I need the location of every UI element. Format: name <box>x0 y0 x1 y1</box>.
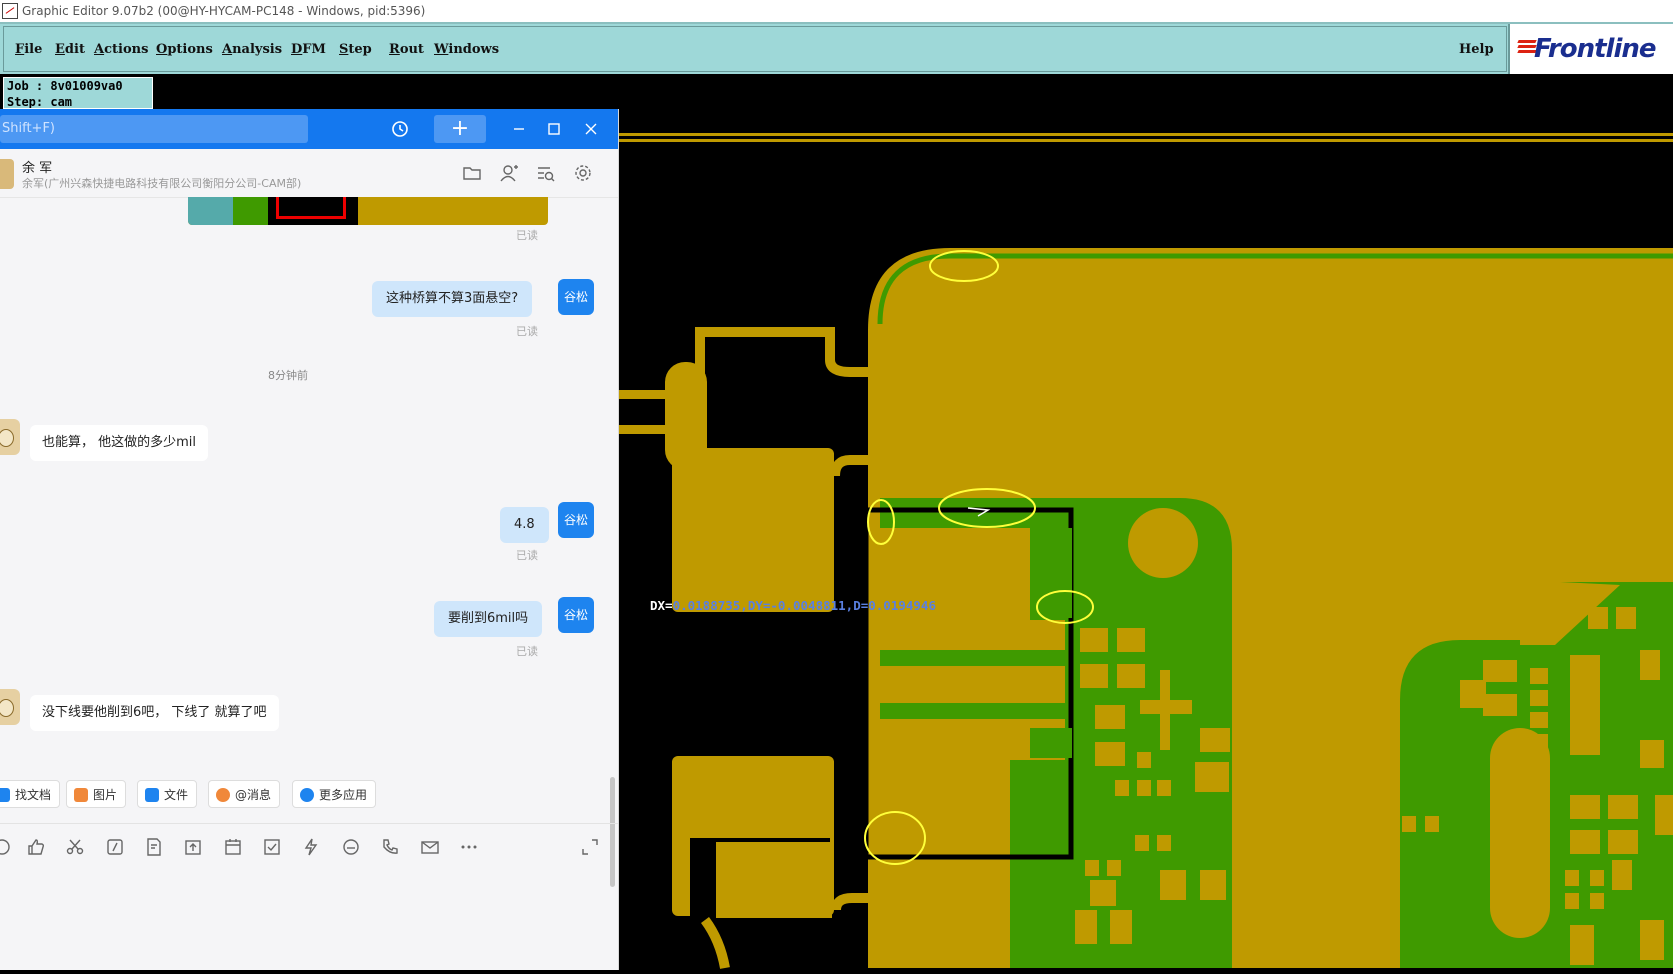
mail-icon[interactable] <box>420 837 440 857</box>
measurement-prefix: DX= <box>650 598 673 613</box>
message-bubble[interactable]: 也能算， 他这做的多少mil <box>30 425 209 461</box>
contact-name: 余 军 <box>22 161 53 176</box>
job-step: Step: cam <box>7 95 73 109</box>
image-icon <box>74 788 88 802</box>
expand-icon[interactable] <box>580 837 600 857</box>
thumbs-up-icon[interactable] <box>26 837 46 857</box>
folder-icon[interactable] <box>462 163 482 183</box>
menu-options[interactable]: Options <box>156 42 213 57</box>
doc-search-icon <box>0 788 10 802</box>
time-divider: 8分钟前 <box>268 369 308 382</box>
quick-tools: 找文档 图片 文件 @消息 更多应用 <box>0 780 618 816</box>
measurement-value: 0.0188735,DY=-0.0048811,D=0.0194946 <box>672 598 936 613</box>
self-avatar[interactable]: 谷松 <box>558 279 594 315</box>
emoji-icon[interactable] <box>0 837 12 857</box>
menu-windows[interactable]: Windows <box>434 42 499 57</box>
upload-icon[interactable] <box>183 837 203 857</box>
history-icon[interactable] <box>386 115 414 143</box>
contact-avatar[interactable] <box>0 689 20 725</box>
frontline-logo: Frontline <box>1508 24 1673 74</box>
contact-avatar[interactable] <box>0 419 20 455</box>
contact-org: 余军(广州兴森快捷电路科技有限公司衡阳分公司-CAM部) <box>22 177 302 190</box>
menu-group: File Edit Actions Options Analysis DFM S… <box>3 26 1507 72</box>
menu-edit[interactable]: Edit <box>55 42 85 57</box>
contact-avatar[interactable] <box>0 159 14 189</box>
find-doc-button[interactable]: 找文档 <box>0 780 61 808</box>
mention-button[interactable]: @消息 <box>208 780 281 808</box>
chat-header: 余 军 余军(广州兴森快捷电路科技有限公司衡阳分公司-CAM部) <box>0 149 618 198</box>
search-history-icon[interactable] <box>536 163 556 183</box>
message-bubble[interactable]: 没下线要他削到6吧， 下线了 就算了吧 <box>30 695 279 731</box>
lightning-icon[interactable] <box>301 837 321 857</box>
chat-topbar: Shift+F) + <box>0 109 618 149</box>
self-avatar[interactable]: 谷松 <box>558 597 594 633</box>
input-divider <box>0 823 618 824</box>
minimize-icon[interactable] <box>506 115 532 143</box>
read-receipt: 已读 <box>516 229 538 242</box>
settings-icon[interactable] <box>573 163 593 183</box>
read-receipt: 已读 <box>516 549 538 562</box>
menu-dfm[interactable]: DFM <box>291 42 326 57</box>
apps-icon <box>300 788 314 802</box>
chat-search-input[interactable]: Shift+F) <box>0 115 308 143</box>
message-bubble[interactable]: 这种桥算不算3面悬空? <box>372 281 533 317</box>
menu-rout[interactable]: Rout <box>389 42 424 57</box>
file-button[interactable]: 文件 <box>137 780 198 808</box>
calendar-icon[interactable] <box>223 837 243 857</box>
more-apps-button[interactable]: 更多应用 <box>292 780 377 808</box>
folder-icon <box>145 788 159 802</box>
todo-icon[interactable] <box>262 837 282 857</box>
window-title: Graphic Editor 9.07b2 (00@HY-HYCAM-PC148… <box>22 4 426 18</box>
logo-text: Frontline <box>1534 34 1656 64</box>
scissors-icon[interactable] <box>65 837 85 857</box>
new-chat-button[interactable]: + <box>434 115 486 143</box>
chat-window: Shift+F) + 余 军 余军(广州兴森快捷电路科技有限公司衡阳分公司-CA… <box>0 109 619 970</box>
menu-file[interactable]: File <box>15 42 42 57</box>
message-bubble[interactable]: 4.8 <box>500 507 549 543</box>
slash-command-icon[interactable] <box>105 837 125 857</box>
maximize-icon[interactable] <box>541 115 567 143</box>
menu-step[interactable]: Step <box>339 42 372 57</box>
read-receipt: 已读 <box>516 645 538 658</box>
menu-actions[interactable]: Actions <box>94 42 148 57</box>
input-toolbar <box>0 833 618 865</box>
image-button[interactable]: 图片 <box>66 780 127 808</box>
at-icon <box>216 788 230 802</box>
menu-analysis[interactable]: Analysis <box>222 42 282 57</box>
read-receipt: 已读 <box>516 325 538 338</box>
window-titlebar: Graphic Editor 9.07b2 (00@HY-HYCAM-PC148… <box>0 0 1673 22</box>
add-member-icon[interactable] <box>499 163 519 183</box>
menu-bar: File Edit Actions Options Analysis DFM S… <box>0 22 1673 74</box>
app-icon <box>2 3 18 19</box>
vote-icon[interactable] <box>341 837 361 857</box>
job-name: Job : 8v01009va0 <box>7 79 123 93</box>
image-message[interactable] <box>188 197 548 225</box>
more-icon[interactable] <box>459 837 479 857</box>
measurement-readout: DX=0.0188735,DY=-0.0048811,D=0.0194946 <box>650 598 936 613</box>
new-doc-icon[interactable] <box>144 837 164 857</box>
close-icon[interactable] <box>578 115 604 143</box>
message-bubble[interactable]: 要削到6mil吗 <box>434 601 543 637</box>
job-info-box: Job : 8v01009va0 Step: cam <box>3 77 153 109</box>
self-avatar[interactable]: 谷松 <box>558 502 594 538</box>
phone-icon[interactable] <box>380 837 400 857</box>
menu-help[interactable]: Help <box>1459 42 1494 57</box>
